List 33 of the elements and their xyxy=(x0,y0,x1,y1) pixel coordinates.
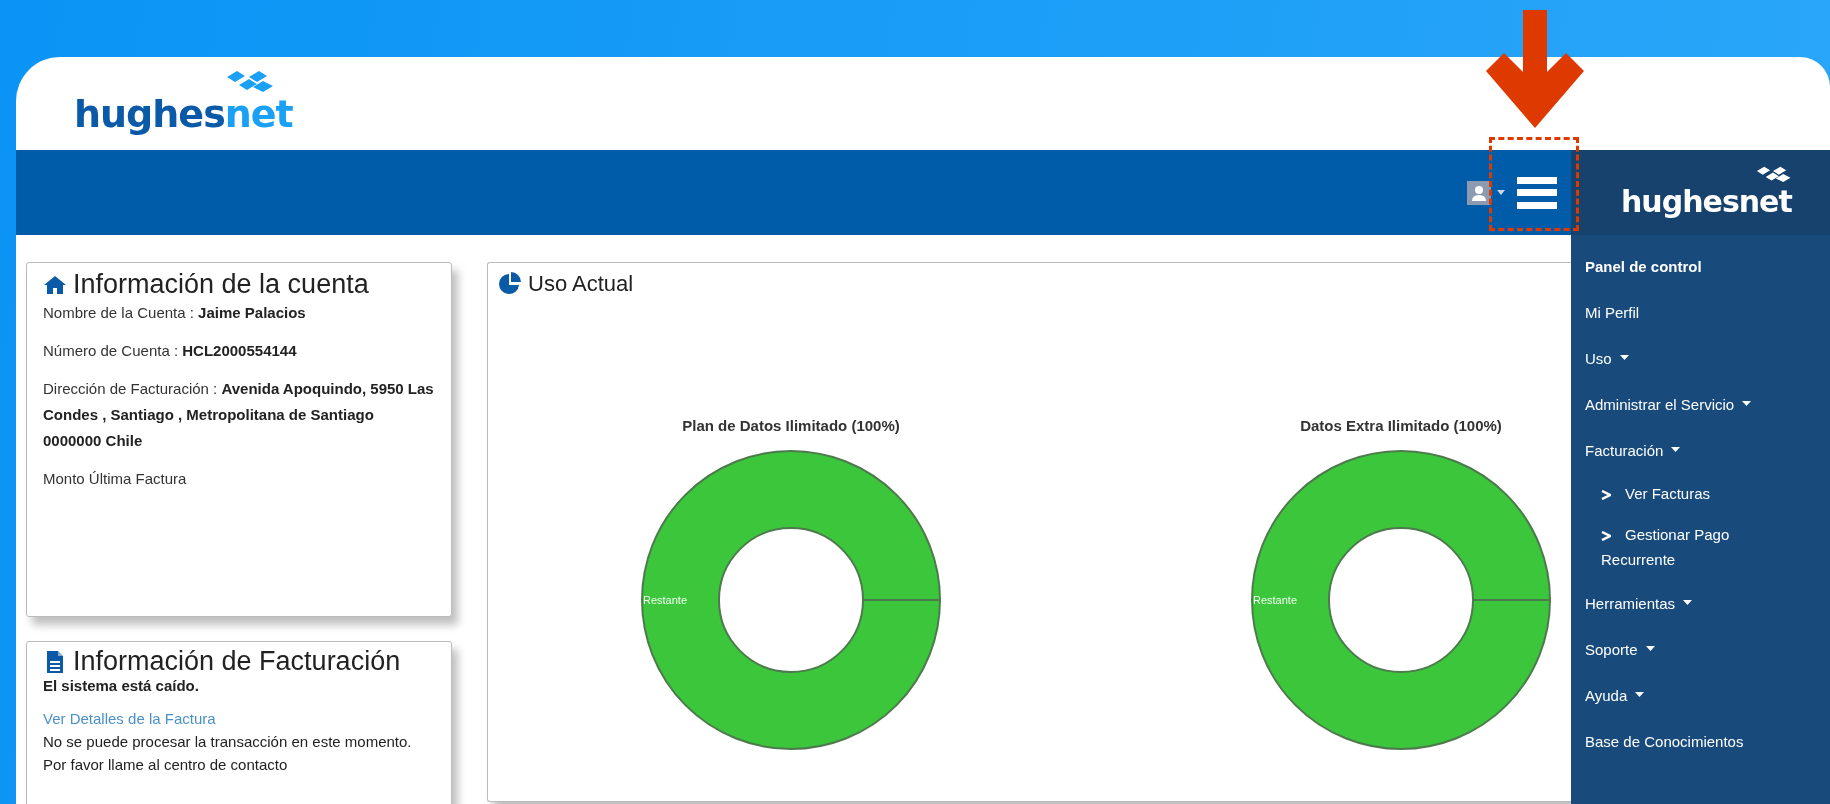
submenu-item[interactable]: Ver Facturas xyxy=(1585,481,1771,506)
menu-item[interactable]: Mi Perfil xyxy=(1585,289,1830,335)
chart-title: Plan de Datos Ilimitado (100%) xyxy=(682,417,900,434)
chevron-icon xyxy=(1601,490,1611,500)
chevron-icon xyxy=(1601,531,1611,541)
menu-item[interactable]: Ayuda xyxy=(1585,672,1830,718)
logo: hughesnet xyxy=(1621,164,1794,221)
menu-item[interactable]: Facturación xyxy=(1585,427,1830,473)
menu-item[interactable]: Herramientas xyxy=(1585,580,1830,626)
menu-item[interactable]: Panel de control xyxy=(1585,243,1830,289)
status-text: El sistema está caído. xyxy=(43,677,200,694)
logo: hughesnet xyxy=(74,68,297,139)
card-title: Uso Actual xyxy=(528,271,634,297)
menu-icon[interactable] xyxy=(1517,176,1557,209)
account-field: Número de Cuenta : HCL2000554144 xyxy=(43,338,435,364)
arrow-icon xyxy=(1486,10,1584,128)
menu-item[interactable]: Uso xyxy=(1585,335,1830,381)
slice-label: Restante xyxy=(1253,594,1297,606)
error-message: No se puede procesar la transacción en este momento. Por favor llame al centro de contacto xyxy=(43,732,413,775)
card-title: Información de Facturación xyxy=(73,646,401,677)
chart-title: Datos Extra Ilimitado (100%) xyxy=(1300,417,1502,434)
menu-item[interactable]: Administrar el Servicio xyxy=(1585,381,1830,427)
menu-item[interactable]: Soporte xyxy=(1585,626,1830,672)
account-field: Monto Última Factura xyxy=(43,466,435,492)
menu-item[interactable]: Base de Conocimientos xyxy=(1585,718,1830,764)
card-title: Información de la cuenta xyxy=(73,269,369,300)
pie-chart-icon xyxy=(498,272,522,296)
caret-icon[interactable] xyxy=(1497,189,1505,196)
account-field: Dirección de Facturación : Avenida Apoquindo, 5950 Las Condes , Santiago , Metropolitana de Santiago 0000000 Chile xyxy=(43,376,435,454)
user-icon[interactable] xyxy=(1467,180,1491,205)
account-field: Nombre de la Cuenta : Jaime Palacios xyxy=(43,300,435,326)
submenu-item[interactable]: Gestionar Pago Recurrente xyxy=(1585,522,1771,572)
slice-label: Restante xyxy=(643,594,687,606)
